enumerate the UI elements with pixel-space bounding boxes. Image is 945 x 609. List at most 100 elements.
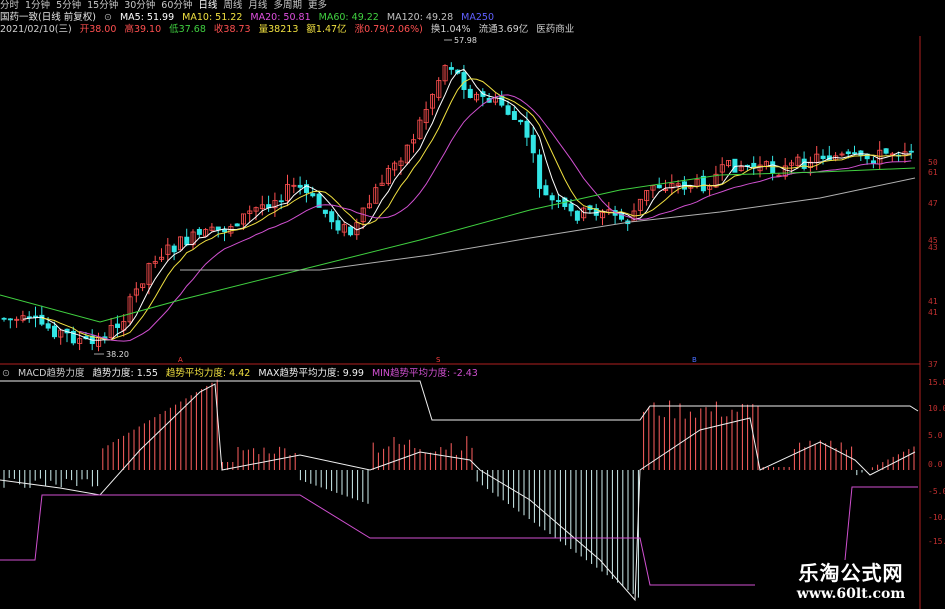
candle-body-144 <box>908 150 914 153</box>
ma5-line <box>22 68 912 341</box>
timeframe-tab-1[interactable]: 1分钟 <box>25 0 50 11</box>
timeframe-tab-7[interactable]: 周线 <box>223 0 242 11</box>
low-annotation: 38.20 <box>106 350 129 359</box>
candle-body-134 <box>845 151 851 155</box>
candle-body-35 <box>222 229 228 233</box>
timeframe-tab-5[interactable]: 60分钟 <box>161 0 192 11</box>
candle-body-90 <box>568 203 574 212</box>
candle-body-130 <box>820 155 826 159</box>
timeframe-tab-3[interactable]: 15分钟 <box>87 0 118 11</box>
macd-max: MAX趋势平均力度: 9.99 <box>258 368 364 379</box>
quote-turnover: 换1.04% <box>430 24 471 35</box>
stock-name[interactable]: 国药一致(日线 前复权) <box>0 12 96 23</box>
timeframe-tab-4[interactable]: 30分钟 <box>124 0 155 11</box>
macd-axis-label-5: -10.0 <box>928 513 945 522</box>
macd-axis-label-2: 5.0 <box>928 431 943 440</box>
candle-body-71 <box>448 67 454 70</box>
quote-info: 2021/02/10(三) 开38.00 高39.10 低37.68 收38.7… <box>0 24 579 36</box>
macd-min: MIN趋势平均力度: -2.43 <box>371 368 478 379</box>
quote-change: 涨0.79(2.06%) <box>354 24 423 35</box>
timeframe-tab-6[interactable]: 日线 <box>198 0 217 11</box>
timeframe-tab-10[interactable]: 更多 <box>308 0 327 11</box>
ma20-label: MA20: 50.81 <box>250 12 311 23</box>
candle-body-55 <box>348 226 354 236</box>
watermark: 乐淘公式网 www.60lt.com <box>771 561 931 603</box>
candle-body-49 <box>310 193 316 197</box>
ma120-label: MA120: 49.28 <box>386 12 454 23</box>
candle-body-18 <box>115 323 121 328</box>
quote-amount: 额1.47亿 <box>306 24 347 35</box>
timeframe-tab-2[interactable]: 5分钟 <box>56 0 81 11</box>
quote-low: 低37.68 <box>169 24 206 35</box>
price-axis-label-1: 61 <box>928 168 938 177</box>
candle-body-83 <box>524 120 530 138</box>
candle-body-79 <box>499 96 505 106</box>
macd-settings-icon[interactable]: ⊙ <box>2 368 10 379</box>
candle-body-52 <box>329 211 335 223</box>
ma-legend: 国药一致(日线 前复权) ⊙ MA5: 51.99 MA10: 51.22 MA… <box>0 12 499 24</box>
quote-date: 2021/02/10(三) <box>0 24 72 35</box>
candle-body-87 <box>549 195 555 201</box>
candle-body-44 <box>278 200 284 203</box>
watermark-url: www.60lt.com <box>796 586 906 602</box>
signal-marker-0: A <box>178 356 183 364</box>
candle-body-74 <box>467 88 473 98</box>
candle-body-37 <box>234 223 240 227</box>
candle-body-138 <box>871 160 877 164</box>
macd-max-line <box>0 380 919 421</box>
candle-body-7 <box>45 323 51 329</box>
candle-body-27 <box>171 245 177 253</box>
ma10-label: MA10: 51.22 <box>182 12 243 23</box>
high-annotation: 57.98 <box>454 36 477 45</box>
candle-body-53 <box>335 220 341 231</box>
candle-body-88 <box>556 200 562 202</box>
candle-body-0 <box>1 317 7 320</box>
watermark-title: 乐淘公式网 <box>798 561 904 585</box>
candle-body-91 <box>574 210 580 221</box>
candle-body-51 <box>322 209 328 214</box>
macd-legend: ⊙ MACD趋势力度 趋势力度: 1.55 趋势平均力度: 4.42 MAX趋势… <box>2 368 483 380</box>
ma250-label: MA250 <box>461 12 494 23</box>
price-axis-label-6: 41 <box>928 308 938 317</box>
candle-body-136 <box>858 150 864 156</box>
timeframe-tab-8[interactable]: 月线 <box>248 0 267 11</box>
macd-title[interactable]: MACD趋势力度 <box>18 368 84 379</box>
ma20-line <box>79 94 912 342</box>
price-axis-label-0: 50 <box>928 158 938 167</box>
ma60-line <box>0 167 916 323</box>
timeframe-tab-9[interactable]: 多周期 <box>273 0 302 11</box>
signal-marker-1: S <box>436 356 441 364</box>
macd-min-line <box>0 494 755 586</box>
macd-axis-label-4: -5.0 <box>928 487 945 496</box>
quote-float-cap: 流通3.69亿 <box>478 24 529 35</box>
candle-body-31 <box>196 228 202 235</box>
candle-body-1 <box>7 318 13 321</box>
candle-body-86 <box>543 185 549 196</box>
ma5-label: MA5: 51.99 <box>119 12 175 23</box>
quote-sector[interactable]: 医药商业 <box>536 24 574 35</box>
ma-settings-icon[interactable]: ⊙ <box>104 12 112 23</box>
macd-min-line-2 <box>844 486 918 561</box>
price-axis-label-5: 41 <box>928 297 938 306</box>
candle-body-29 <box>184 236 190 246</box>
candle-body-80 <box>505 105 511 115</box>
ma10-line <box>41 78 912 341</box>
signal-marker-2: B <box>692 356 697 364</box>
macd-avg: 趋势平均力度: 4.42 <box>165 368 251 379</box>
macd-axis-label-0: 15.0 <box>928 378 945 387</box>
candle-body-116 <box>732 158 738 173</box>
price-axis-label-2: 47 <box>928 199 938 208</box>
quote-close: 收38.73 <box>213 24 251 35</box>
timeframe-tab-0[interactable]: 分时 <box>0 0 19 11</box>
price-axis-label-4: 43 <box>928 243 938 252</box>
candle-body-85 <box>537 154 543 189</box>
quote-volume: 量38213 <box>258 24 299 35</box>
candle-body-135 <box>852 152 858 155</box>
macd-axis-label-3: 0.0 <box>928 460 943 469</box>
candle-body-34 <box>215 226 221 231</box>
candle-body-47 <box>297 184 303 188</box>
candle-body-140 <box>883 148 889 154</box>
macd-trend: 趋势力度: 1.55 <box>92 368 158 379</box>
candle-body-82 <box>518 119 524 123</box>
candle-body-84 <box>530 134 536 154</box>
